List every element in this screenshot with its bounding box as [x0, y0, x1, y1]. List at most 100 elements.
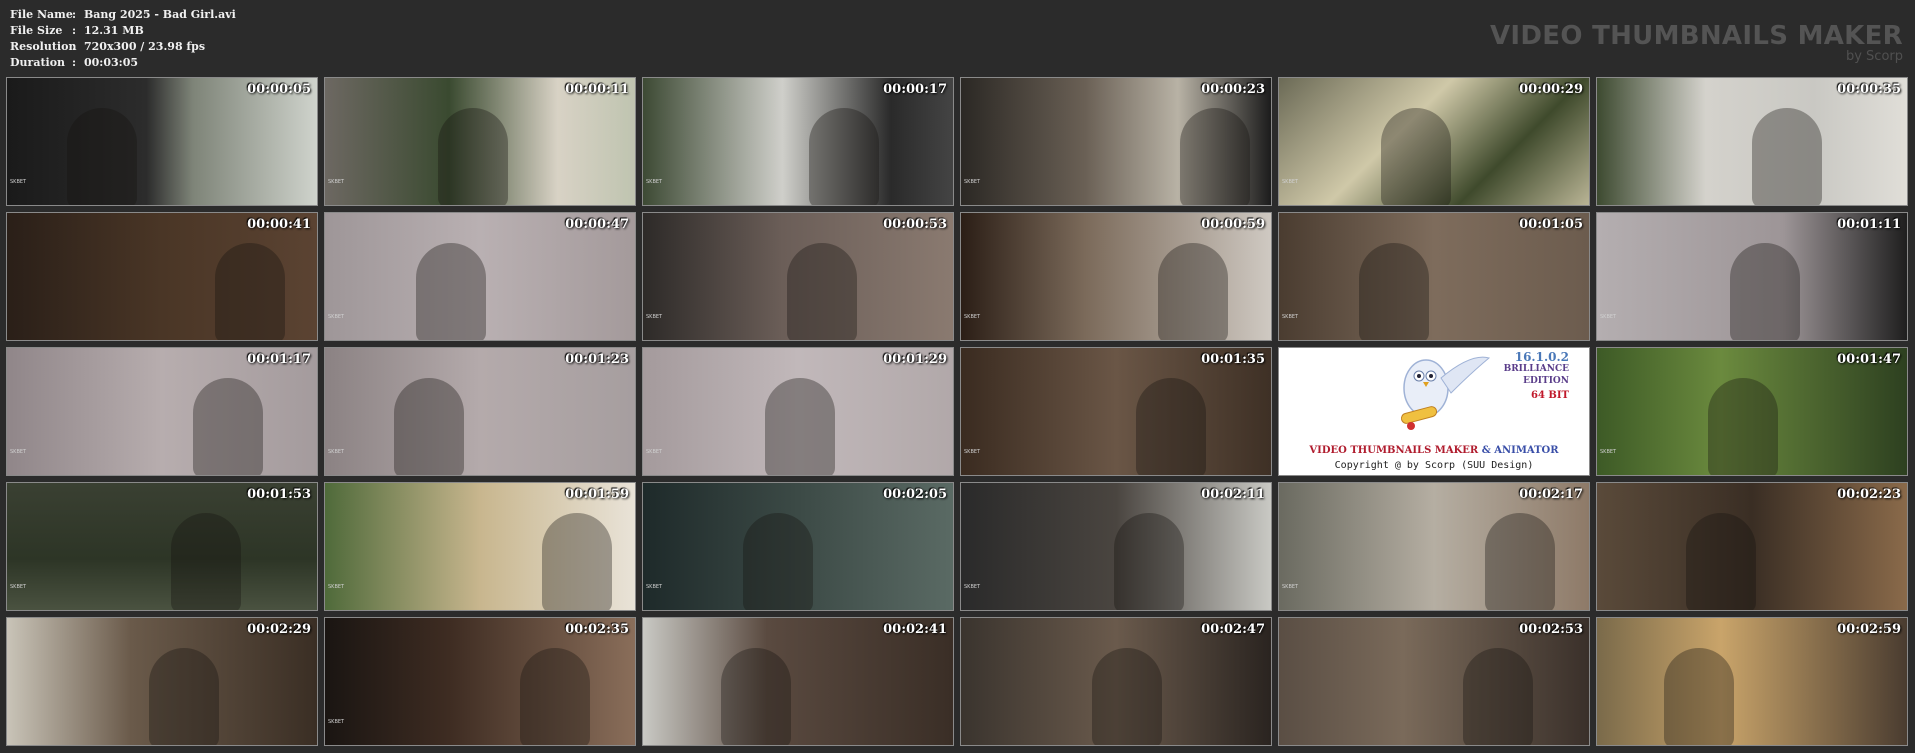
- file-name-value: Bang 2025 - Bad Girl.avi: [84, 8, 236, 21]
- timestamp: 00:02:23: [1837, 487, 1901, 502]
- timestamp: 00:00:29: [1519, 82, 1583, 97]
- frame-watermark: SKBET: [328, 449, 345, 455]
- file-info-panel: File Name : Bang 2025 - Bad Girl.avi Fil…: [10, 7, 236, 71]
- frame-figure: [765, 378, 835, 475]
- resolution-row: Resolution : 720x300 / 23.98 fps: [10, 39, 236, 55]
- separator: :: [72, 40, 77, 53]
- frame-figure: [542, 513, 612, 610]
- frame-figure: [1381, 108, 1451, 205]
- thumbnail-frame: 00:00:17 SKBET: [642, 77, 954, 206]
- thumbnail-frame: 00:01:59 SKBET: [324, 482, 636, 611]
- timestamp: 00:01:11: [1837, 217, 1901, 232]
- frame-figure: [1708, 378, 1778, 475]
- timestamp: 00:01:59: [565, 487, 629, 502]
- thumbnail-frame: 00:02:59: [1596, 617, 1908, 746]
- timestamp: 00:02:59: [1837, 622, 1901, 637]
- timestamp: 00:00:47: [565, 217, 629, 232]
- thumbnail-frame: 00:01:29 SKBET: [642, 347, 954, 476]
- thumbnail-frame: 00:00:53 SKBET: [642, 212, 954, 341]
- thumbnail-frame: 00:00:59 SKBET: [960, 212, 1272, 341]
- frame-figure: [1752, 108, 1822, 205]
- frame-watermark: SKBET: [328, 179, 345, 185]
- frame-watermark: SKBET: [10, 449, 27, 455]
- frame-figure: [1463, 648, 1533, 745]
- timestamp: 00:00:17: [883, 82, 947, 97]
- frame-watermark: SKBET: [1282, 314, 1299, 320]
- thumbnail-frame: 00:00:23 SKBET: [960, 77, 1272, 206]
- frame-figure: [1114, 513, 1184, 610]
- frame-figure: [1730, 243, 1800, 340]
- thumbnail-frame: 00:00:35: [1596, 77, 1908, 206]
- timestamp: 00:01:53: [247, 487, 311, 502]
- frame-figure: [1359, 243, 1429, 340]
- frame-figure: [520, 648, 590, 745]
- product-name-animator: & ANIMATOR: [1478, 445, 1559, 456]
- logo-tile: 16.1.0.2 BRILLIANCE EDITION 64 BIT VIDEO THU…: [1278, 347, 1590, 476]
- frame-figure: [721, 648, 791, 745]
- timestamp: 00:01:05: [1519, 217, 1583, 232]
- duration-row: Duration : 00:03:05: [10, 55, 236, 71]
- thumbnail-frame: 00:00:11 SKBET: [324, 77, 636, 206]
- frame-watermark: SKBET: [10, 584, 27, 590]
- version-number: 16.1.0.2: [1514, 350, 1569, 364]
- brand-subtitle: by Scorp: [1845, 49, 1903, 64]
- thumbnail-frame: 00:02:05 SKBET: [642, 482, 954, 611]
- thumbnail-frame: 00:02:11 SKBET: [960, 482, 1272, 611]
- frame-figure: [743, 513, 813, 610]
- frame-watermark: SKBET: [1600, 314, 1617, 320]
- thumbnail-frame: 00:01:35 SKBET: [960, 347, 1272, 476]
- duration-label: Duration: [10, 56, 66, 69]
- timestamp: 00:02:41: [883, 622, 947, 637]
- resolution-label: Resolution: [10, 40, 77, 53]
- timestamp: 00:02:17: [1519, 487, 1583, 502]
- timestamp: 00:02:35: [565, 622, 629, 637]
- frame-figure: [809, 108, 879, 205]
- thumbnail-frame: 00:00:41: [6, 212, 318, 341]
- duration-value: 00:03:05: [84, 56, 139, 69]
- separator: :: [72, 8, 77, 21]
- thumbnail-frame: 00:00:29 SKBET: [1278, 77, 1590, 206]
- frame-figure: [149, 648, 219, 745]
- timestamp: 00:00:35: [1837, 82, 1901, 97]
- frame-watermark: SKBET: [1282, 179, 1299, 185]
- frame-figure: [1664, 648, 1734, 745]
- frame-watermark: SKBET: [646, 449, 663, 455]
- brand-watermark: VIDEO THUMBNAILS MAKER by Scorp: [1490, 22, 1903, 64]
- timestamp: 00:01:29: [883, 352, 947, 367]
- frame-figure: [215, 243, 285, 340]
- frame-figure: [787, 243, 857, 340]
- thumbnail-frame: 00:02:23: [1596, 482, 1908, 611]
- frame-figure: [1136, 378, 1206, 475]
- timestamp: 00:01:23: [565, 352, 629, 367]
- thumbnail-frame: 00:02:29: [6, 617, 318, 746]
- timestamp: 00:02:11: [1201, 487, 1265, 502]
- thumbnail-grid: 00:00:05 SKBET 00:00:11 SKBET 00:00:17 SKBET 0…: [6, 77, 1908, 746]
- file-size-value: 12.31 MB: [84, 24, 144, 37]
- frame-watermark: SKBET: [964, 179, 981, 185]
- thumbnail-frame: 00:01:47 SKBET: [1596, 347, 1908, 476]
- frame-figure: [1092, 648, 1162, 745]
- product-name-main: VIDEO THUMBNAILS MAKER: [1309, 445, 1479, 456]
- timestamp: 00:00:23: [1201, 82, 1265, 97]
- product-name: VIDEO THUMBNAILS MAKER & ANIMATOR: [1279, 445, 1589, 456]
- thumbnail-frame: 00:02:17 SKBET: [1278, 482, 1590, 611]
- thumbnail-frame: 00:00:05 SKBET: [6, 77, 318, 206]
- file-name-row: File Name : Bang 2025 - Bad Girl.avi: [10, 7, 236, 23]
- thumbnail-frame: 00:01:05 SKBET: [1278, 212, 1590, 341]
- frame-figure: [171, 513, 241, 610]
- frame-figure: [193, 378, 263, 475]
- file-size-row: File Size : 12.31 MB: [10, 23, 236, 39]
- timestamp: 00:00:59: [1201, 217, 1265, 232]
- timestamp: 00:02:53: [1519, 622, 1583, 637]
- frame-figure: [1158, 243, 1228, 340]
- frame-figure: [394, 378, 464, 475]
- thumbnail-frame: 00:02:41: [642, 617, 954, 746]
- timestamp: 00:00:05: [247, 82, 311, 97]
- timestamp: 00:01:35: [1201, 352, 1265, 367]
- frame-watermark: SKBET: [1282, 584, 1299, 590]
- bits-label: 64 BIT: [1531, 390, 1569, 401]
- frame-watermark: SKBET: [328, 719, 345, 725]
- frame-watermark: SKBET: [646, 584, 663, 590]
- copyright-text: Copyright @ by Scorp (SUU Design): [1334, 460, 1534, 471]
- frame-figure: [416, 243, 486, 340]
